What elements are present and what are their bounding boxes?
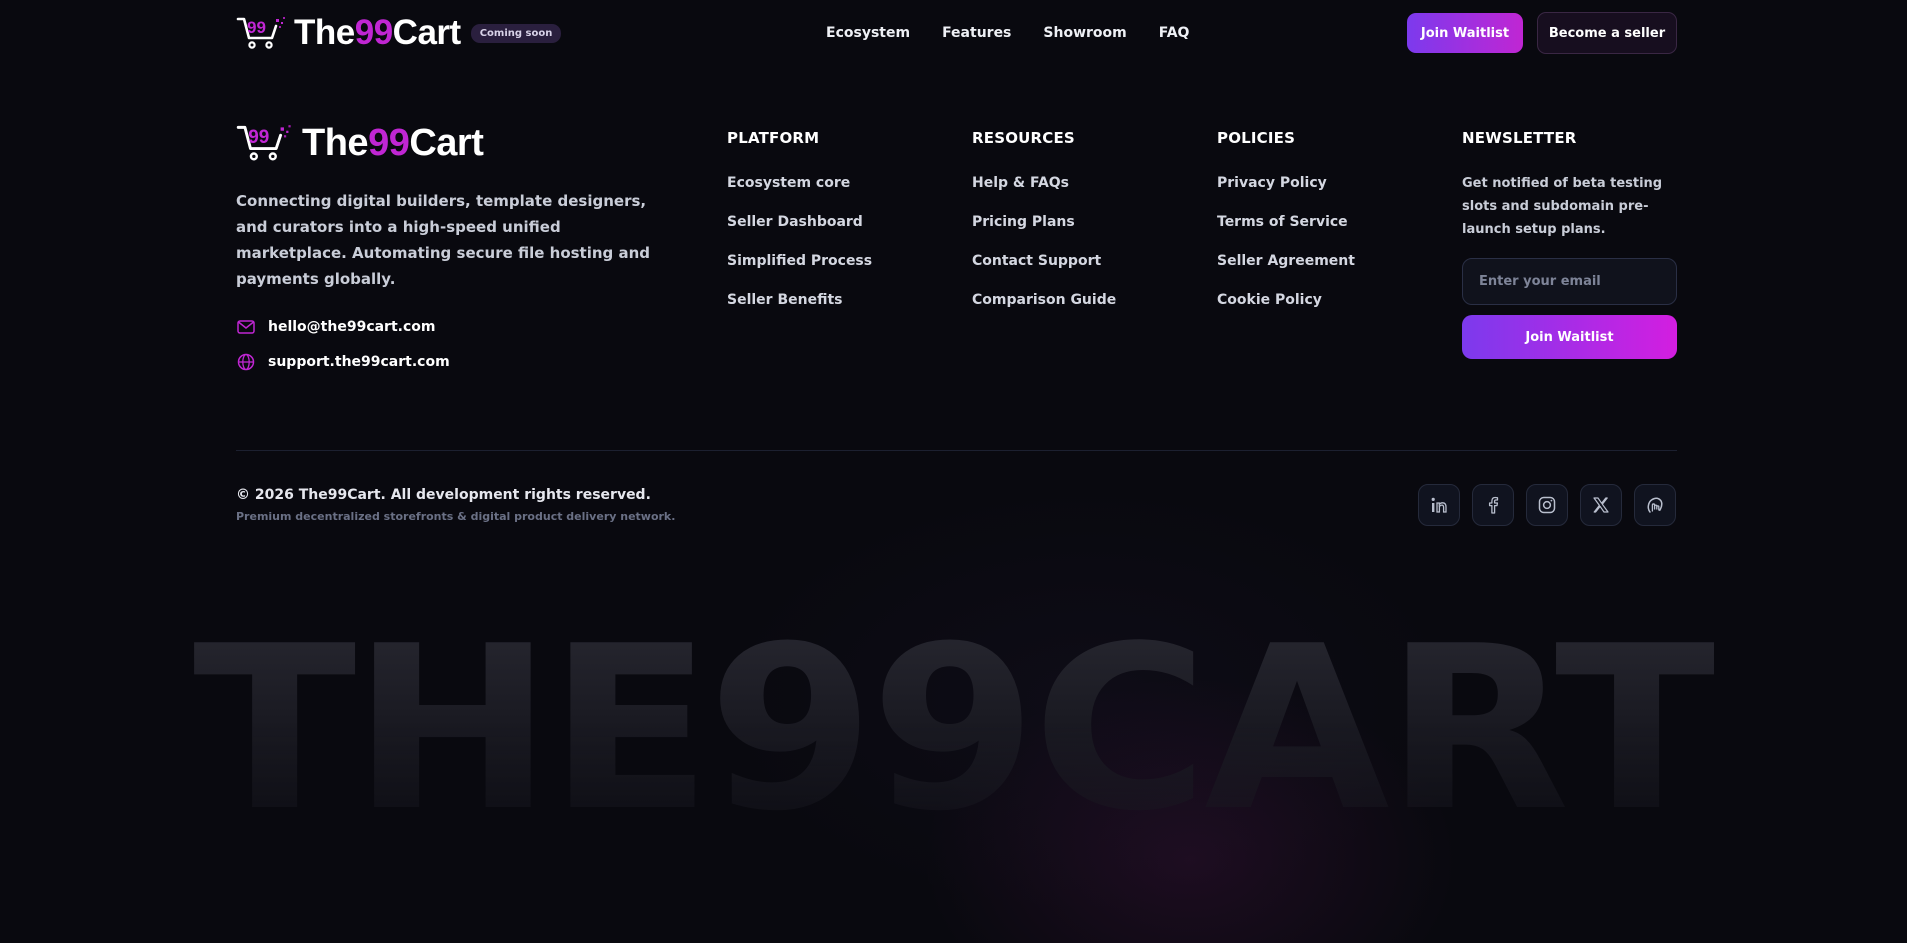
watermark-text: THE99CART [193, 600, 1718, 900]
resources-title: RESOURCES [972, 129, 1075, 147]
facebook-icon[interactable] [1472, 484, 1514, 526]
cart-logo-icon: 99 [236, 125, 291, 161]
contact-email-text: hello@the99cart.com [268, 319, 436, 335]
footer-brand-name: The99Cart [302, 122, 484, 164]
link-privacy-policy[interactable]: Privacy Policy [1217, 175, 1327, 191]
newsletter-title: NEWSLETTER [1462, 129, 1577, 147]
svg-text:99: 99 [248, 127, 269, 148]
header-logo[interactable]: 99 The99Cart Coming soon [236, 13, 562, 52]
nav-showroom[interactable]: Showroom [1043, 24, 1126, 42]
nav-faq[interactable]: FAQ [1159, 24, 1190, 42]
brand-name: The99Cart [294, 13, 461, 52]
platform-title: PLATFORM [727, 129, 820, 147]
top-header: 99 The99Cart Coming soon Ecosystem Featu… [0, 0, 1907, 66]
policies-column: POLICIES Privacy Policy Terms of Service… [1217, 128, 1355, 328]
newsletter-join-button[interactable]: Join Waitlist [1462, 315, 1677, 359]
nav-ecosystem[interactable]: Ecosystem [826, 24, 910, 42]
link-contact-support[interactable]: Contact Support [972, 253, 1101, 269]
linkedin-icon[interactable] [1418, 484, 1460, 526]
link-seller-agreement[interactable]: Seller Agreement [1217, 253, 1355, 269]
x-icon[interactable] [1580, 484, 1622, 526]
newsletter-description: Get notified of beta testing slots and s… [1462, 176, 1663, 237]
policies-title: POLICIES [1217, 129, 1296, 147]
link-help-faqs[interactable]: Help & FAQs [972, 175, 1069, 191]
globe-icon [236, 352, 256, 372]
svg-text:99: 99 [247, 18, 266, 37]
link-seller-dashboard[interactable]: Seller Dashboard [727, 214, 863, 230]
newsletter-column: NEWSLETTER Get notified of beta testing … [1462, 128, 1677, 359]
mail-icon [236, 317, 256, 337]
footer-divider [236, 450, 1677, 451]
copyright-text: © 2026 The99Cart. All development rights… [236, 487, 651, 503]
contact-list: hello@the99cart.com support.the99cart.co… [236, 318, 656, 371]
nav-features[interactable]: Features [942, 24, 1011, 42]
link-seller-benefits[interactable]: Seller Benefits [727, 292, 842, 308]
main-nav: Ecosystem Features Showroom FAQ [826, 24, 1189, 42]
join-waitlist-button[interactable]: Join Waitlist [1407, 13, 1523, 53]
page: 99 The99Cart Coming soon Ecosystem Featu… [0, 0, 1907, 943]
contact-support[interactable]: support.the99cart.com [236, 353, 656, 371]
instagram-icon[interactable] [1526, 484, 1568, 526]
footer-logo[interactable]: 99 The99Cart [236, 122, 656, 164]
copyright-subline: Premium decentralized storefronts & digi… [236, 510, 676, 523]
coming-soon-badge: Coming soon [470, 23, 562, 43]
link-comparison-guide[interactable]: Comparison Guide [972, 292, 1116, 308]
link-simplified-process[interactable]: Simplified Process [727, 253, 872, 269]
platform-column: PLATFORM Ecosystem core Seller Dashboard… [727, 128, 872, 328]
hand-icon[interactable] [1634, 484, 1676, 526]
newsletter-email-input[interactable] [1462, 258, 1677, 305]
contact-support-text: support.the99cart.com [268, 354, 450, 370]
resources-column: RESOURCES Help & FAQs Pricing Plans Cont… [972, 128, 1116, 328]
social-links [1418, 484, 1676, 526]
brand-watermark: THE99CART [0, 600, 1907, 900]
footer-brand-column: 99 The99Cart Connecting digital builders… [236, 122, 656, 388]
contact-email[interactable]: hello@the99cart.com [236, 318, 656, 336]
copyright-block: © 2026 The99Cart. All development rights… [236, 486, 675, 524]
link-pricing-plans[interactable]: Pricing Plans [972, 214, 1075, 230]
become-seller-button[interactable]: Become a seller [1537, 12, 1677, 54]
link-cookie-policy[interactable]: Cookie Policy [1217, 292, 1322, 308]
link-terms-of-service[interactable]: Terms of Service [1217, 214, 1348, 230]
cart-logo-icon: 99 [236, 17, 285, 49]
link-ecosystem-core[interactable]: Ecosystem core [727, 175, 850, 191]
footer-tagline: Connecting digital builders, template de… [236, 192, 651, 288]
